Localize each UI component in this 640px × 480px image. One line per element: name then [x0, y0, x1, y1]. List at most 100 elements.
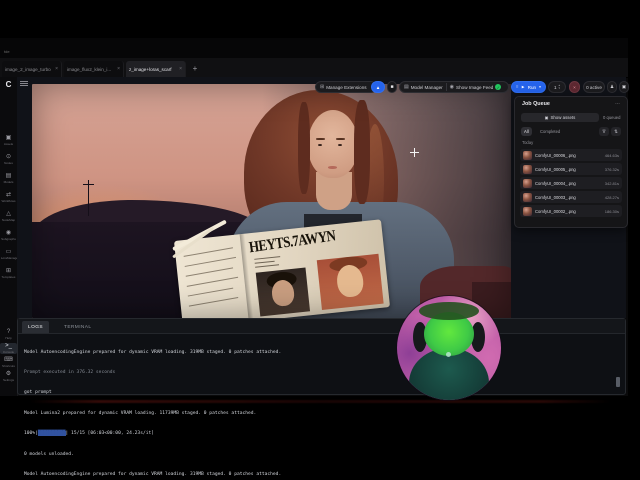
sort-button[interactable]: ⇅ — [611, 127, 621, 136]
sidebar-item-assets[interactable]: ▣ Assets — [0, 135, 17, 146]
log-line: Model Lumina2 prepared for dynamic VRAM … — [24, 410, 257, 416]
workflow-tab[interactable]: image_2_image_turbo × — [2, 61, 62, 77]
templates-icon: ⊞ — [5, 268, 12, 274]
close-tab-icon[interactable]: × — [55, 66, 58, 72]
window-menu-hint: tde — [4, 49, 10, 54]
result-thumbnail — [523, 164, 532, 174]
show-assets-button[interactable]: ▣ Show assets — [521, 113, 599, 122]
tab-logs[interactable]: LOGS — [22, 321, 49, 333]
workflows-icon: ⇄ — [5, 192, 12, 198]
nodemap-icon: △ — [6, 211, 11, 217]
subgraphs-icon: ◉ — [5, 230, 12, 236]
sidebar-item-nodes[interactable]: ⊙ Nodes — [0, 154, 17, 165]
workflow-tab-label: image_2_image_turbo — [5, 66, 51, 72]
divider — [445, 83, 447, 91]
log-line: Model AutoencodingEngine prepared for dy… — [24, 349, 282, 355]
hair-strand — [354, 100, 370, 204]
progress-bar: ██████████ — [37, 431, 66, 437]
queue-item[interactable]: ComfyUI_00004_.png 342.81s — [520, 177, 622, 189]
panel-menu-icon[interactable]: … — [615, 100, 620, 106]
stop-icon: ■ — [390, 84, 394, 90]
screen: tde image_2_image_turbo × image_flux2_kl… — [0, 0, 640, 480]
close-tab-icon[interactable]: × — [179, 66, 182, 72]
drag-handle-icon[interactable]: ⠿ — [516, 85, 519, 89]
manager-toolbar-group: ▤ Model Manager ◉ Show Image Feed ✓ — [399, 81, 509, 93]
newspaper: HEYTS.7AWYN — [172, 219, 391, 318]
comfyui-logo-button[interactable]: ▲ — [371, 81, 385, 93]
log-panel: LOGS TERMINAL Model AutoencodingEngine p… — [17, 318, 626, 477]
webcam-overlay — [397, 296, 501, 400]
window-top-strip: tde — [0, 38, 628, 58]
eyebrow — [336, 138, 345, 140]
active-jobs-badge: 0 active — [583, 81, 605, 93]
result-thumbnail — [523, 192, 532, 202]
hair-strand — [298, 102, 310, 194]
sidebar-item-nodemap[interactable]: △ NodeMap — [0, 211, 17, 222]
workflow-tab[interactable]: image_flux2_klein_i... × — [64, 61, 124, 77]
filter-chip-completed[interactable]: Completed — [537, 127, 563, 136]
sidebar-item-templates[interactable]: ⊞ Templates — [0, 268, 17, 279]
app-window: tde image_2_image_turbo × image_flux2_kl… — [0, 38, 629, 477]
run-button[interactable]: ⠿ ▶ Run ▾ — [511, 81, 546, 93]
queue-item[interactable]: ComfyUI_00002_.png 186.30s — [520, 205, 622, 217]
workflow-tab-active[interactable]: z_image+loras_scarf × — [126, 61, 186, 77]
canvas-menu-icon[interactable] — [20, 80, 28, 87]
tab-terminal[interactable]: TERMINAL — [58, 321, 97, 333]
workflow-tab-label: z_image+loras_scarf — [129, 66, 172, 72]
manage-extensions-button[interactable]: ⊞ Manage Extensions — [315, 81, 377, 93]
nodes-icon: ⊙ — [5, 154, 12, 160]
filter-chip-all[interactable]: All — [521, 127, 532, 136]
close-icon: × — [573, 84, 576, 90]
workflow-tab-label: image_flux2_klein_i... — [67, 66, 112, 72]
stop-button[interactable]: ■ — [387, 81, 397, 93]
image-feed-icon: ◉ — [449, 84, 455, 90]
sidebar-item-help[interactable]: ? Help — [0, 329, 17, 340]
sidebar-item-shortcuts[interactable]: ⌨ Shortcuts — [0, 357, 17, 368]
queue-item[interactable]: ComfyUI_00006_.png 464.63s — [520, 149, 622, 161]
result-thumbnail — [523, 206, 532, 216]
log-progress-line: 100%|██████████| 15/15 [06:03<00:00, 24.… — [24, 431, 155, 437]
queue-item[interactable]: ComfyUI_00003_.png 428.27s — [520, 191, 622, 203]
sidebar-item-lora-manager[interactable]: ▭ LoraManager — [0, 249, 19, 260]
assets-icon: ▣ — [5, 135, 12, 141]
close-tab-icon[interactable]: × — [117, 66, 120, 72]
webcam-person-hood — [419, 302, 479, 320]
show-image-feed-toggle[interactable]: Show Image Feed — [456, 85, 493, 90]
generated-image: HEYTS.7AWYN — [32, 84, 511, 318]
queue-item[interactable]: ComfyUI_00005_.png 376.32s — [520, 163, 622, 175]
scrollbar-thumb[interactable] — [616, 377, 620, 387]
gear-icon: ⚙ — [5, 371, 12, 377]
clear-queue-button[interactable]: × — [569, 81, 580, 93]
model-manager-button[interactable]: Model Manager — [411, 85, 443, 90]
comfyui-logo: C — [5, 80, 12, 89]
woman-lips — [328, 166, 337, 169]
sidebar-item-models[interactable]: ▤ Models — [0, 173, 17, 184]
layout-button[interactable]: ▣ — [619, 81, 629, 93]
log-line: got prompt — [24, 390, 52, 396]
batch-count-value: 1 — [553, 84, 557, 90]
new-tab-button[interactable]: + — [190, 62, 200, 75]
panel-title: Job Queue — [522, 101, 550, 107]
log-output[interactable]: Model AutoencodingEngine prepared for dy… — [24, 336, 614, 480]
sidebar-item-workflows[interactable]: ⇄ Workflows — [0, 192, 17, 203]
eyebrow — [316, 138, 325, 140]
sidebar-item-console[interactable]: >_ Console — [0, 343, 17, 354]
newspaper-photo — [316, 253, 384, 311]
batch-count-stepper[interactable]: 1 ▴ ▾ — [548, 81, 566, 93]
chevron-down-icon[interactable]: ▾ — [539, 85, 541, 89]
assets-icon: ▣ — [544, 115, 549, 120]
video-artifact-strip — [30, 400, 610, 403]
filter-button[interactable]: ∇ — [599, 127, 609, 136]
log-line: Prompt executed in 376.32 seconds — [24, 369, 116, 375]
user-button[interactable]: ♟ — [607, 81, 617, 93]
comfyui-logo-icon: ▲ — [375, 84, 381, 90]
sidebar-item-subgraphs[interactable]: ◉ Subgraphs — [0, 230, 17, 241]
play-icon: ▶ — [521, 85, 525, 89]
webcam-highlight-dot — [446, 352, 451, 357]
log-line: 0 models unloaded. — [24, 451, 74, 457]
sidebar-item-settings[interactable]: ⚙ Settings — [0, 371, 17, 382]
log-line: Model AutoencodingEngine prepared for dy… — [24, 471, 282, 477]
queued-count: 0 queued — [603, 115, 621, 120]
power-pole — [83, 184, 94, 185]
step-down-icon[interactable]: ▾ — [559, 87, 561, 90]
